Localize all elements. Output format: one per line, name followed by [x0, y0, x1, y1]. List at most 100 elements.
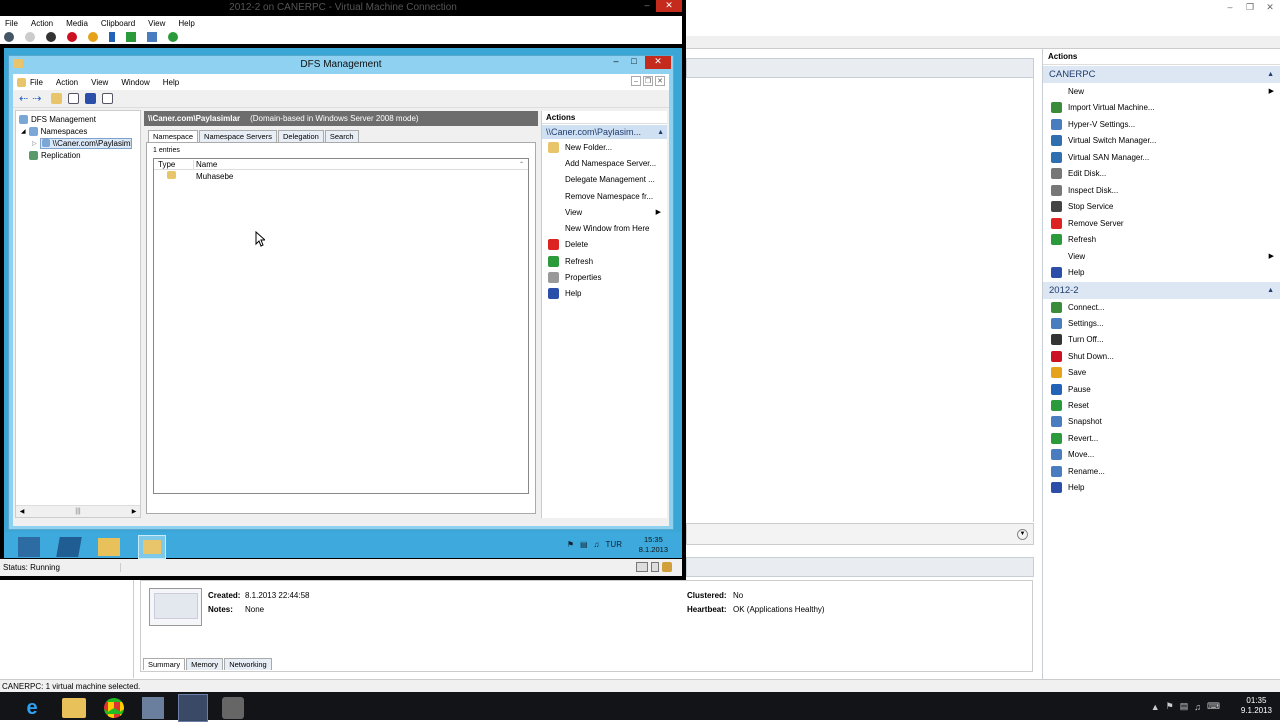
tray-flag-icon[interactable]: ⚑ — [1166, 701, 1174, 712]
scroll-right-icon[interactable]: ▶ — [128, 508, 140, 515]
collapse-icon[interactable]: ▲ — [1267, 71, 1274, 78]
turn-off-icon[interactable] — [46, 32, 56, 42]
server-manager-icon[interactable] — [18, 537, 40, 557]
action-new-window-from-here[interactable]: New Window from Here — [544, 220, 667, 236]
vmconnect-close-button[interactable]: ✕ — [656, 0, 682, 12]
action-inspect-disk[interactable]: Inspect Disk... — [1047, 182, 1280, 199]
shut-down-icon[interactable] — [67, 32, 77, 42]
flag-icon[interactable]: ⚑ — [567, 540, 574, 549]
forward-icon[interactable]: ⇢ — [32, 92, 41, 105]
powershell-icon[interactable] — [56, 537, 82, 557]
action-delegate-management[interactable]: Delegate Management ... — [544, 172, 667, 188]
scroll-thumb[interactable]: ||| — [28, 508, 128, 515]
menu-action[interactable]: Action — [31, 19, 53, 28]
action-rename[interactable]: Rename... — [1047, 463, 1280, 479]
vm-connection-icon[interactable] — [178, 694, 208, 722]
tab-search[interactable]: Search — [324, 130, 359, 142]
save-icon[interactable] — [88, 32, 98, 42]
dfs-maximize-button[interactable]: □ — [625, 56, 643, 66]
menu-help[interactable]: Help — [178, 19, 194, 28]
menu-help[interactable]: Help — [163, 78, 179, 87]
mdi-minimize-button[interactable]: – — [631, 76, 641, 86]
action-remove-server[interactable]: Remove Server — [1047, 215, 1280, 232]
action-refresh[interactable]: Refresh — [544, 253, 667, 269]
action-move[interactable]: Move... — [1047, 447, 1280, 463]
action-save[interactable]: Save — [1047, 365, 1280, 381]
action-shut-down[interactable]: Shut Down... — [1047, 348, 1280, 364]
network-icon[interactable]: ▤ — [580, 540, 588, 549]
dfs-actions-group[interactable]: \\Caner.com\Paylasim... ▲ — [542, 125, 667, 139]
collapse-icon[interactable]: ▲ — [1267, 287, 1274, 294]
host-group-canerpc[interactable]: CANERPC ▲ — [1043, 66, 1280, 83]
guest-clock[interactable]: 15:35 8.1.2013 — [639, 535, 668, 555]
vmconnect-minimize-button[interactable]: – — [638, 0, 656, 12]
ctrl-alt-del-icon[interactable] — [4, 32, 14, 42]
action-import-virtual-machine[interactable]: Import Virtual Machine... — [1047, 100, 1280, 117]
reset-icon[interactable] — [126, 32, 136, 42]
action-snapshot[interactable]: Snapshot — [1047, 414, 1280, 430]
action-new-folder[interactable]: New Folder... — [544, 139, 667, 155]
chevron-down-icon[interactable]: ▼ — [1017, 529, 1028, 540]
host-close-button[interactable]: ✕ — [1260, 2, 1280, 13]
tray-keyboard-icon[interactable]: ⌨ — [1207, 701, 1220, 712]
chrome-icon[interactable] — [104, 698, 124, 718]
action-view[interactable]: View ▶ — [544, 204, 667, 220]
volume-icon[interactable]: ♫ — [594, 540, 600, 549]
tree-replication[interactable]: Replication — [16, 149, 140, 161]
file-explorer-icon[interactable] — [62, 698, 86, 718]
action-delete[interactable]: Delete — [544, 237, 667, 253]
start-icon[interactable] — [25, 32, 35, 42]
dfs-close-button[interactable]: ✕ — [645, 56, 671, 69]
back-icon[interactable]: ⇠ — [19, 92, 28, 105]
action-edit-disk[interactable]: Edit Disk... — [1047, 166, 1280, 183]
scroll-left-icon[interactable]: ◀ — [16, 508, 28, 515]
server-manager-icon[interactable] — [142, 697, 164, 719]
action-hyper-v-settings[interactable]: Hyper-V Settings... — [1047, 116, 1280, 133]
tree-namespaces[interactable]: ◢ Namespaces — [16, 125, 140, 137]
action-help[interactable]: Help — [1047, 479, 1280, 495]
tray-chevron-icon[interactable]: ▲ — [1151, 702, 1160, 712]
action-stop-service[interactable]: Stop Service — [1047, 199, 1280, 216]
collapse-icon[interactable]: ▲ — [657, 129, 664, 136]
menu-action[interactable]: Action — [56, 78, 78, 87]
help-icon[interactable] — [85, 93, 97, 104]
action-turn-off[interactable]: Turn Off... — [1047, 332, 1280, 348]
hyperv-manager-icon[interactable] — [222, 697, 244, 719]
mdi-restore-button[interactable]: ❐ — [643, 76, 653, 86]
list-item[interactable]: Muhasebe — [154, 170, 528, 182]
up-folder-icon[interactable] — [51, 93, 63, 104]
action-view[interactable]: View ▶ — [1047, 248, 1280, 265]
input-language[interactable]: TUR — [606, 540, 622, 549]
action-new[interactable]: New ▶ — [1047, 83, 1280, 100]
action-refresh[interactable]: Refresh — [1047, 232, 1280, 249]
ie-icon[interactable]: e — [20, 696, 44, 720]
menu-window[interactable]: Window — [121, 78, 149, 87]
host-restore-button[interactable]: ❐ — [1240, 2, 1260, 13]
menu-media[interactable]: Media — [66, 19, 88, 28]
tree-hscrollbar[interactable]: ◀ ||| ▶ — [16, 505, 140, 517]
action-reset[interactable]: Reset — [1047, 397, 1280, 413]
dfs-minimize-button[interactable]: – — [607, 56, 625, 66]
tab-namespace-servers[interactable]: Namespace Servers — [199, 130, 277, 142]
mdi-close-button[interactable]: ✕ — [655, 76, 665, 86]
tab-namespace[interactable]: Namespace — [148, 130, 199, 142]
menu-view[interactable]: View — [148, 19, 165, 28]
tree-namespace-item[interactable]: ▷ \\Caner.com\Paylasiml — [16, 137, 140, 149]
action-remove-namespace-fr[interactable]: Remove Namespace fr... — [544, 188, 667, 204]
action-help[interactable]: Help — [1047, 265, 1280, 282]
menu-clipboard[interactable]: Clipboard — [101, 19, 135, 28]
tab-summary[interactable]: Summary — [143, 658, 186, 670]
tab-memory[interactable]: Memory — [186, 658, 224, 670]
action-revert[interactable]: Revert... — [1047, 430, 1280, 446]
host-clock[interactable]: 01:35 9.1.2013 — [1241, 696, 1272, 716]
tab-networking[interactable]: Networking — [224, 658, 272, 670]
file-explorer-icon[interactable] — [98, 538, 120, 556]
dfs-management-taskbar-icon[interactable] — [138, 535, 166, 559]
action-properties[interactable]: Properties — [544, 269, 667, 285]
menu-view[interactable]: View — [91, 78, 108, 87]
console-tree-icon[interactable] — [102, 93, 114, 104]
column-type[interactable]: Type — [154, 159, 194, 169]
tray-volume-icon[interactable]: ♫ — [1194, 702, 1201, 712]
tab-delegation[interactable]: Delegation — [277, 130, 324, 142]
host-minimize-button[interactable]: – — [1220, 2, 1240, 12]
